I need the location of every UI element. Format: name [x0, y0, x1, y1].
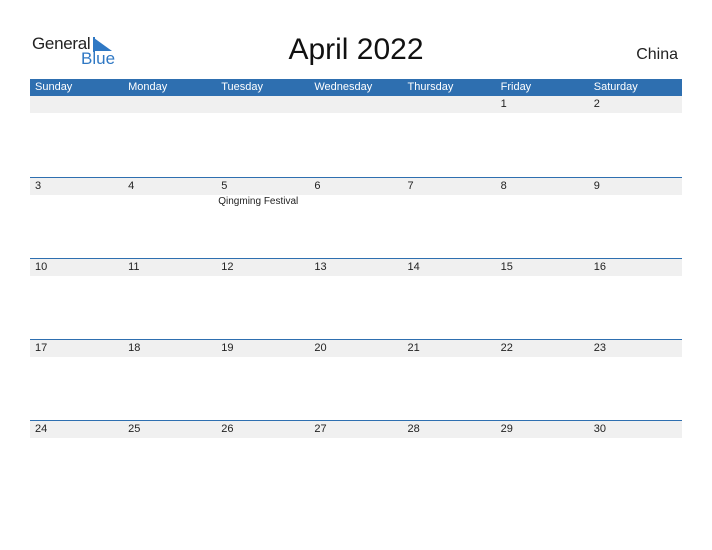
- day-event: [309, 113, 402, 114]
- day-number: 26: [221, 423, 234, 435]
- day-event: [403, 113, 496, 114]
- day-event: [30, 357, 123, 358]
- day-number: 11: [128, 261, 140, 273]
- week-row: 24 25 26 27 28 29 30: [30, 420, 682, 501]
- week-row: 12: [30, 96, 682, 177]
- day-event: [123, 276, 216, 277]
- weekday-header: Sunday Monday Tuesday Wednesday Thursday…: [30, 79, 682, 96]
- day-number: 19: [221, 342, 234, 354]
- day-number: [403, 96, 496, 113]
- day-number: 2: [593, 98, 600, 110]
- day-number: 18: [128, 342, 141, 354]
- day-number: 7: [407, 180, 414, 192]
- day-event: [216, 276, 309, 277]
- weekday-monday: Monday: [128, 81, 168, 93]
- day-number: 6: [314, 180, 321, 192]
- day-event: [496, 357, 589, 358]
- day-number: 28: [407, 423, 420, 435]
- day-event: [589, 357, 682, 358]
- day-number: 24: [35, 423, 48, 435]
- day-event: [216, 113, 309, 114]
- day-number: 14: [407, 261, 420, 273]
- day-number: 5: [221, 180, 228, 192]
- country-label: China: [636, 46, 678, 63]
- day-number: [216, 96, 309, 113]
- day-event: [496, 438, 589, 439]
- day-number: 9: [593, 180, 600, 192]
- day-number: 4: [128, 180, 135, 192]
- weekday-wednesday: Wednesday: [314, 81, 373, 93]
- date-strip: 3 4 5 6 7 8 9: [30, 178, 682, 195]
- day-event: [496, 276, 589, 277]
- day-event: [216, 438, 309, 439]
- date-strip: 17 18 19 20 21 22 23: [30, 340, 682, 357]
- day-event: [30, 113, 123, 114]
- weekday-saturday: Saturday: [593, 81, 638, 93]
- day-event: [403, 276, 496, 277]
- date-strip: 24 25 26 27 28 29 30: [30, 421, 682, 438]
- day-event: [403, 357, 496, 358]
- day-number: 25: [128, 423, 141, 435]
- day-number: 12: [221, 261, 234, 273]
- day-number: 20: [314, 342, 327, 354]
- weekday-tuesday: Tuesday: [221, 81, 264, 93]
- events-row: [30, 276, 682, 277]
- day-event: [309, 438, 402, 439]
- day-event: [123, 113, 216, 114]
- events-row: Qingming Festival: [30, 195, 682, 207]
- day-event: [123, 438, 216, 439]
- day-event: [403, 195, 496, 207]
- day-event: [309, 195, 402, 207]
- weekday-sunday: Sunday: [35, 81, 73, 93]
- day-number: 21: [407, 342, 420, 354]
- day-number: 30: [593, 423, 606, 435]
- weekday-thursday: Thursday: [407, 81, 454, 93]
- calendar-grid: Sunday Monday Tuesday Wednesday Thursday…: [30, 79, 682, 501]
- day-number: 29: [500, 423, 513, 435]
- events-row: [30, 357, 682, 358]
- day-number: 27: [314, 423, 327, 435]
- day-event: [589, 195, 682, 207]
- day-number: [30, 96, 123, 113]
- day-event: [123, 357, 216, 358]
- day-event: [123, 195, 216, 207]
- week-row: 17 18 19 20 21 22 23: [30, 339, 682, 420]
- day-number: 13: [314, 261, 327, 273]
- events-row: [30, 113, 682, 114]
- day-event: [216, 357, 309, 358]
- day-event: Qingming Festival: [218, 196, 299, 207]
- day-number: 8: [500, 180, 507, 192]
- day-event: [309, 357, 402, 358]
- day-number: 10: [35, 261, 48, 273]
- day-number: 23: [593, 342, 606, 354]
- events-row: [30, 438, 682, 439]
- day-event: [30, 438, 123, 439]
- date-strip: 10 11 12 13 14 15 16: [30, 259, 682, 276]
- day-number: 22: [500, 342, 513, 354]
- day-number: 15: [500, 261, 513, 273]
- week-row: 10 11 12 13 14 15 16: [30, 258, 682, 339]
- weekday-friday: Friday: [500, 81, 532, 93]
- day-event: [589, 113, 682, 114]
- day-event: [30, 276, 123, 277]
- day-number: 3: [35, 180, 42, 192]
- day-number: 16: [593, 261, 606, 273]
- day-event: [589, 438, 682, 439]
- week-row: 3 4 5 6 7 8 9 Qingming Festival: [30, 177, 682, 258]
- day-event: [403, 438, 496, 439]
- day-event: [589, 276, 682, 277]
- day-number: [123, 96, 216, 113]
- day-event: [30, 195, 123, 207]
- day-number: 17: [35, 342, 48, 354]
- calendar-title: April 2022: [288, 33, 424, 66]
- day-number: 1: [500, 98, 507, 110]
- day-number: [309, 96, 402, 113]
- date-strip: 12: [30, 96, 682, 113]
- day-event: [309, 276, 402, 277]
- day-event: [496, 113, 589, 114]
- day-event: [496, 195, 589, 207]
